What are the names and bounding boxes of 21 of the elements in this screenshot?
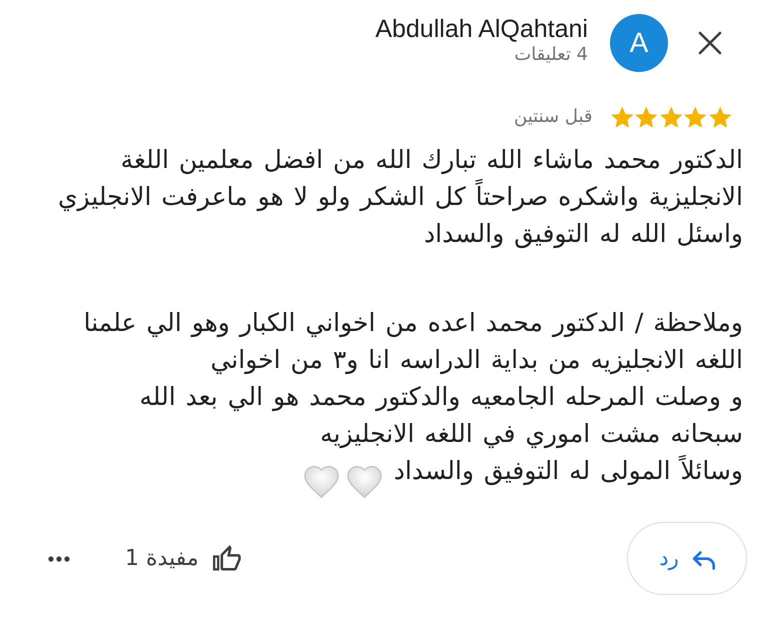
heart-icon	[346, 466, 382, 498]
thumbs-up-icon	[212, 545, 242, 572]
star-icon	[708, 106, 731, 128]
close-button[interactable]	[696, 29, 724, 57]
review-count: 4 تعليقات	[514, 44, 588, 66]
star-icon	[660, 106, 682, 128]
author-name: Abdullah AlQahtani	[375, 14, 588, 44]
heart-icon	[304, 466, 339, 498]
review-text: وسائلاً المولى له التوفيق والسداد	[394, 454, 743, 488]
star-icon	[610, 106, 633, 128]
close-icon	[698, 31, 722, 55]
helpful-button[interactable]: مفيدة 1	[125, 542, 242, 575]
reply-arrow-icon	[692, 551, 715, 570]
reply-button[interactable]: رد	[627, 522, 747, 595]
review-text: وملاحظة / الدكتور محمد اعده من اخواني الكبار وهو الي علمنا اللغه الانجليزيه من بداية الدراسه انا و٣ من اخواني و وصلت المرحله الجامعيه والدكتور محمد هو الي بعد الله سبحانه مشت اموري في اللغه الانجليزيه	[82, 307, 743, 450]
review-text: الدكتور محمد ماشاء الله تبارك الله من افضل معلمين اللغة الانجليزية واشكره صراحتاً كل الشكر ولو لا هو ماعرفت الانجليزي واسئل الله له التوفيق والسداد	[56, 144, 743, 250]
star-icon	[684, 106, 706, 128]
star-icon	[635, 106, 658, 128]
review-time: قبل سنتين	[514, 105, 592, 129]
more-icon	[48, 556, 70, 562]
avatar-letter: A	[610, 14, 668, 72]
